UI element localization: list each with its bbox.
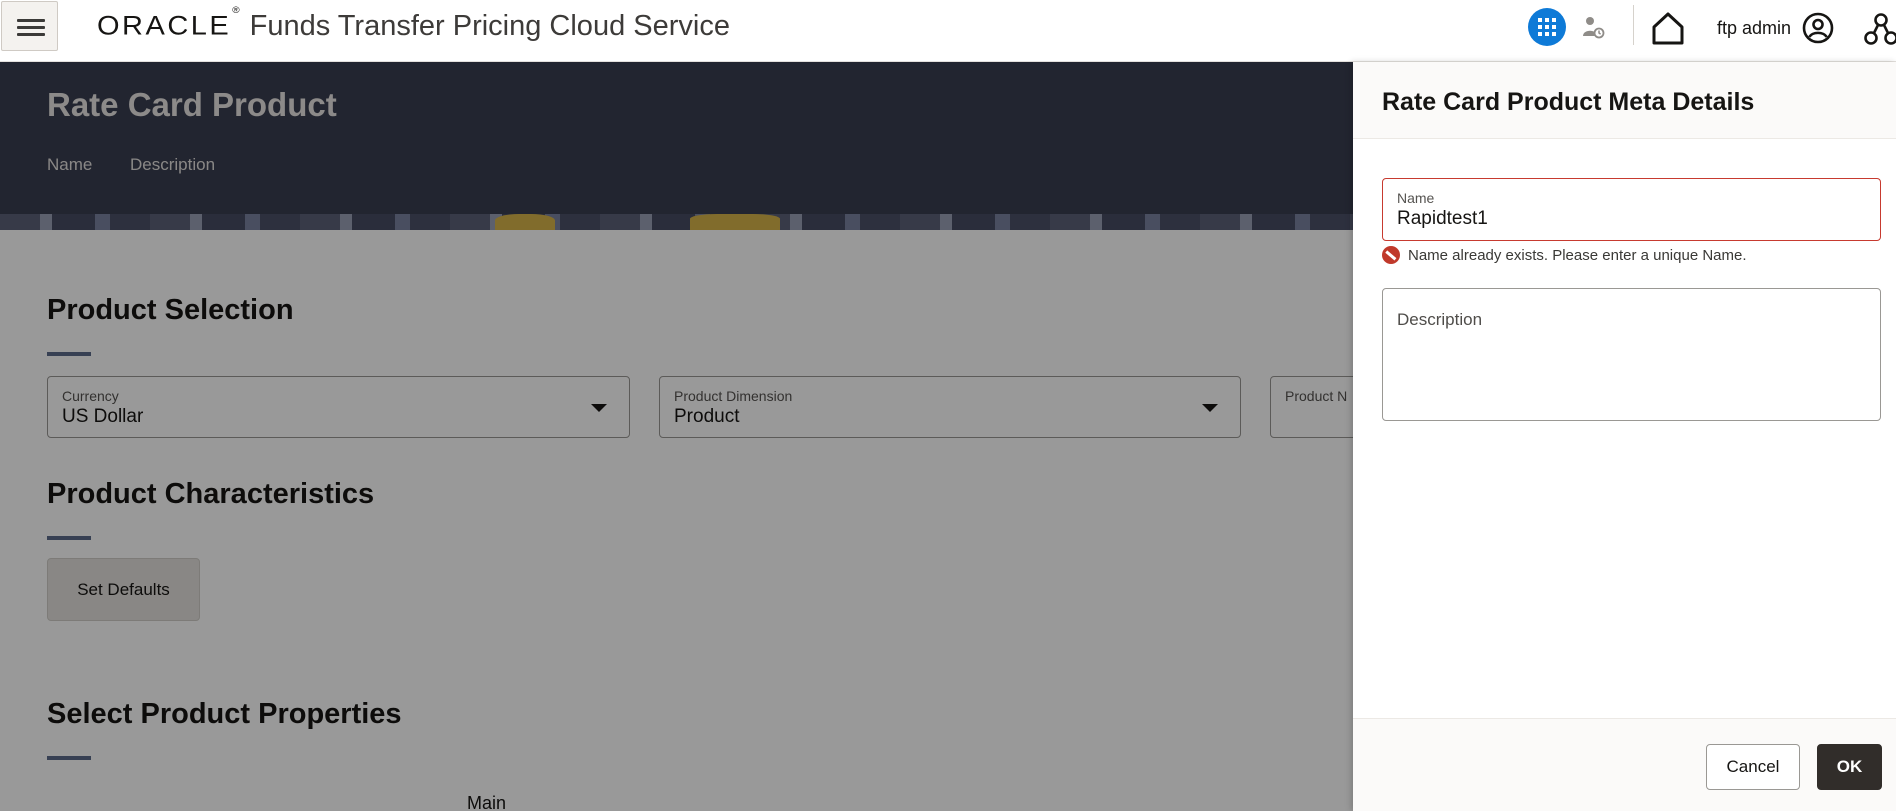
hamburger-icon-line — [17, 26, 45, 29]
app-title: Funds Transfer Pricing Cloud Service — [249, 9, 730, 42]
ok-button[interactable]: OK — [1817, 744, 1882, 790]
name-field[interactable]: Name — [1382, 178, 1881, 241]
description-textarea[interactable] — [1397, 337, 1867, 413]
user-avatar-icon[interactable] — [1802, 12, 1834, 44]
drawer-title: Rate Card Product Meta Details — [1382, 88, 1755, 116]
apps-grid-icon — [1538, 18, 1556, 36]
brand: ORACLE® Funds Transfer Pricing Cloud Ser… — [97, 5, 730, 43]
name-field-label: Name — [1397, 190, 1435, 206]
meta-details-drawer: Rate Card Product Meta Details Name Name… — [1353, 62, 1896, 811]
description-field[interactable]: Description — [1382, 288, 1881, 421]
cancel-button[interactable]: Cancel — [1706, 744, 1800, 790]
drawer-header: Rate Card Product Meta Details — [1353, 62, 1896, 139]
error-icon — [1382, 246, 1400, 264]
hamburger-icon-line — [17, 33, 45, 36]
description-field-label: Description — [1397, 310, 1483, 329]
modal-overlay[interactable] — [0, 62, 1353, 811]
apps-grid-button[interactable] — [1528, 8, 1566, 46]
oracle-logo: ORACLE® — [97, 5, 240, 41]
hierarchy-icon[interactable] — [1864, 12, 1896, 46]
hamburger-menu-button[interactable] — [1, 1, 58, 51]
user-task-icon[interactable] — [1581, 14, 1605, 40]
hamburger-icon — [17, 19, 45, 22]
name-error-message: Name already exists. Please enter a uniq… — [1382, 245, 1747, 265]
home-icon[interactable] — [1650, 10, 1686, 46]
name-input[interactable] — [1397, 208, 1857, 230]
name-error-text: Name already exists. Please enter a uniq… — [1408, 246, 1747, 264]
app-header: ORACLE® Funds Transfer Pricing Cloud Ser… — [0, 0, 1896, 62]
drawer-footer: Cancel OK — [1353, 718, 1896, 811]
user-name[interactable]: ftp admin — [1717, 18, 1791, 39]
header-divider — [1633, 5, 1634, 45]
